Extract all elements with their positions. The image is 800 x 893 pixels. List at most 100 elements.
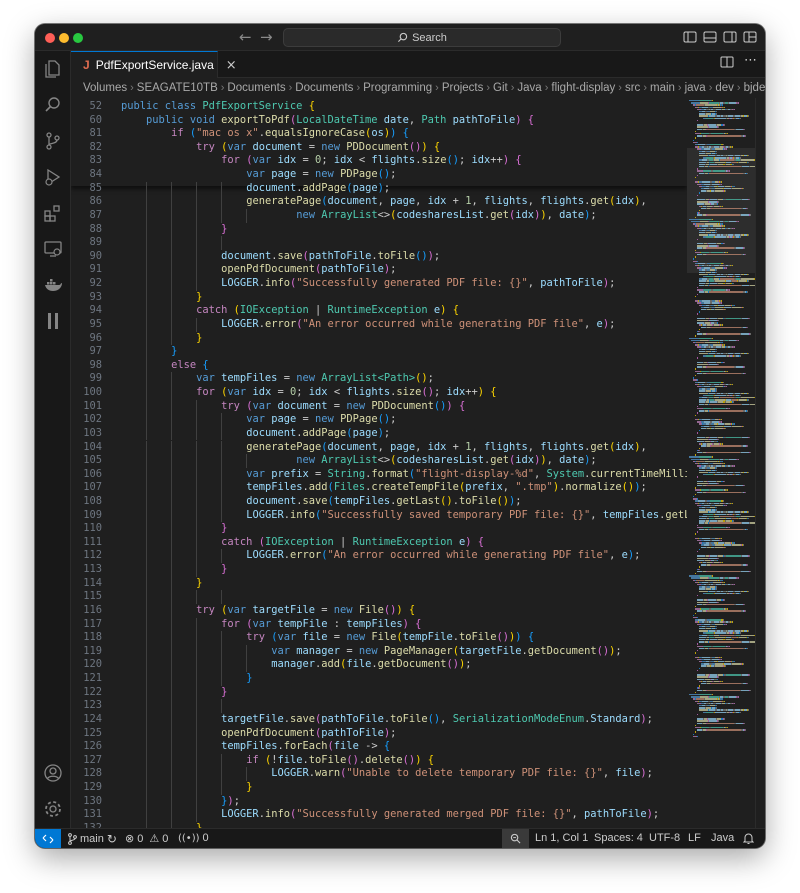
code-line[interactable]: 85 document.addPage(page); — [71, 181, 687, 196]
code-line[interactable]: 60 public void exportToPdf(LocalDateTime … — [71, 114, 687, 128]
code-line[interactable]: 84 var page = new PDPage(); — [71, 168, 687, 182]
code-line[interactable]: 98 else { — [71, 358, 687, 373]
arrow-right-icon[interactable]: → — [260, 28, 273, 46]
code-line[interactable]: 82 try (var document = new PDDocument()) … — [71, 141, 687, 155]
code-line[interactable]: 92 LOGGER.info("Successfully generated PD… — [71, 277, 687, 291]
code-line[interactable]: 114} — [71, 576, 687, 591]
close-window-button[interactable] — [45, 33, 55, 43]
code-line[interactable]: 116 try (var targetFile = new File()) { — [71, 603, 687, 618]
accounts-icon[interactable] — [43, 763, 63, 783]
code-line[interactable]: 102 var page = new PDPage(); — [71, 413, 687, 427]
code-line[interactable]: 105 new ArrayList<>(codesharesList.get(id… — [71, 454, 687, 468]
cursor-position[interactable]: Ln 1, Col 1 — [535, 832, 588, 844]
code-line[interactable]: 89 — [71, 236, 687, 250]
code-line[interactable]: 110} — [71, 522, 687, 536]
code-line[interactable]: 127 if (!file.toFile().delete()) { — [71, 753, 687, 768]
breadcrumb-segment[interactable]: bjdelacruz — [744, 82, 765, 94]
code-line[interactable]: 94 catch (IOException | RuntimeException … — [71, 304, 687, 318]
code-line[interactable]: 87 new ArrayList<>(codesharesList.get(idx… — [71, 208, 687, 223]
code-line[interactable]: 106 var prefix = String.format("flight-di… — [71, 467, 687, 482]
breadcrumb-segment[interactable]: main — [650, 82, 675, 94]
code-line[interactable]: 96} — [71, 331, 687, 346]
breadcrumb-segment[interactable]: SEAGATE10TB — [137, 82, 218, 94]
code-line[interactable]: 120 manager.add(file.getDocument()); — [71, 658, 687, 673]
breadcrumb-segment[interactable]: java — [685, 82, 706, 94]
ports-status[interactable]: ((•)) 0 — [178, 832, 209, 844]
code-line[interactable]: 117 for (var tempFile : tempFiles) { — [71, 617, 687, 632]
breadcrumb-segment[interactable]: dev — [715, 82, 734, 94]
indentation-status[interactable]: Spaces: 4 — [594, 832, 643, 844]
breadcrumb-segment[interactable]: Git — [493, 82, 508, 94]
split-editor-icon[interactable] — [720, 55, 734, 69]
customize-layout-icon[interactable] — [743, 30, 757, 44]
branch-status[interactable]: main ↻ — [67, 832, 117, 846]
language-mode[interactable]: Java — [711, 832, 734, 844]
code-line[interactable]: 109 LOGGER.info("Successfully saved tempo… — [71, 508, 687, 523]
more-actions-icon[interactable]: ⋯ — [744, 54, 757, 69]
code-line[interactable]: 91 openPdfDocument(pathToFile); — [71, 263, 687, 278]
breadcrumb-segment[interactable]: Projects — [442, 82, 484, 94]
code-line[interactable]: 129} — [71, 781, 687, 795]
settings-gear-icon[interactable] — [43, 799, 63, 819]
source-control-icon[interactable] — [43, 131, 63, 151]
bell-icon[interactable] — [743, 832, 754, 844]
arrow-left-icon[interactable]: ← — [239, 28, 252, 46]
extensions-icon[interactable] — [43, 203, 63, 223]
code-line[interactable]: 111 catch (IOException | RuntimeException… — [71, 535, 687, 550]
breadcrumb-segment[interactable]: Volumes — [83, 82, 127, 94]
code-line[interactable]: 107 tempFiles.add(Files.createTempFile(pr… — [71, 481, 687, 495]
code-line[interactable]: 128 LOGGER.warn("Unable to delete tempora… — [71, 767, 687, 781]
encoding-status[interactable]: UTF-8 — [649, 832, 680, 844]
code-line[interactable]: 100 for (var idx = 0; idx < flights.size(… — [71, 386, 687, 400]
tab-pdfexportservice[interactable]: J PdfExportService.java × — [71, 51, 237, 78]
toggle-primary-sidebar-icon[interactable] — [683, 30, 697, 44]
minimap[interactable] — [687, 98, 755, 828]
code-line[interactable]: 113} — [71, 563, 687, 577]
eol-status[interactable]: LF — [688, 832, 701, 844]
code-line[interactable]: 95 LOGGER.error("An error occurred while … — [71, 317, 687, 332]
breadcrumb-segment[interactable]: flight-display — [551, 82, 615, 94]
code-line[interactable]: 97} — [71, 345, 687, 359]
toggle-panel-icon[interactable] — [703, 30, 717, 44]
explorer-icon[interactable] — [43, 59, 63, 79]
code-line[interactable]: 112 LOGGER.error("An error occurred while… — [71, 549, 687, 564]
code-line[interactable]: 130}); — [71, 794, 687, 809]
sync-icon[interactable]: ↻ — [107, 832, 117, 846]
breadcrumb-segment[interactable]: Documents — [227, 82, 285, 94]
code-line[interactable]: 81 if ("mac os x".equalsIgnoreCase(os)) { — [71, 127, 687, 141]
run-debug-icon[interactable] — [43, 167, 63, 187]
breadcrumb-segment[interactable]: Documents — [295, 82, 353, 94]
code-line[interactable]: 119 var manager = new PageManager(targetF… — [71, 644, 687, 659]
code-line[interactable]: 126 tempFiles.forEach(file -> { — [71, 740, 687, 754]
code-line[interactable]: 90 document.save(pathToFile.toFile()); — [71, 249, 687, 264]
breadcrumb-segment[interactable]: Java — [517, 82, 541, 94]
breadcrumb-segment[interactable]: Programming — [363, 82, 432, 94]
code-line[interactable]: 99 var tempFiles = new ArrayList<Path>(); — [71, 372, 687, 386]
code-line[interactable]: 124 targetFile.save(pathToFile.toFile(), … — [71, 712, 687, 727]
problems-status[interactable]: ⊗ 0 ⚠ 0 — [125, 832, 168, 845]
breadcrumb-segment[interactable]: src — [625, 82, 640, 94]
code-line[interactable]: 86 generatePage(document, page, idx + 1, … — [71, 195, 687, 209]
code-line[interactable]: 122} — [71, 685, 687, 700]
code-line[interactable]: 88} — [71, 222, 687, 237]
toggle-secondary-sidebar-icon[interactable] — [723, 30, 737, 44]
code-line[interactable]: 115 — [71, 590, 687, 604]
code-line[interactable]: 83 for (var idx = 0; idx < flights.size()… — [71, 154, 687, 168]
command-center-search[interactable]: Search — [283, 28, 561, 47]
minimize-window-button[interactable] — [59, 33, 69, 43]
remote-explorer-icon[interactable] — [43, 239, 63, 259]
zoom-icon[interactable] — [502, 829, 529, 848]
search-icon[interactable] — [43, 95, 63, 115]
code-editor[interactable]: 52 public class PdfExportService {60 publi… — [71, 98, 687, 828]
code-line[interactable]: 131 LOGGER.info("Successfully generated m… — [71, 808, 687, 822]
vertical-scrollbar[interactable] — [755, 98, 765, 828]
code-line[interactable]: 104 generatePage(document, page, idx + 1,… — [71, 440, 687, 455]
remote-indicator-icon[interactable] — [35, 829, 61, 848]
close-icon[interactable]: × — [226, 58, 237, 73]
code-line[interactable]: 101 try (var document = new PDDocument())… — [71, 399, 687, 414]
docker-icon[interactable] — [43, 275, 63, 295]
code-line[interactable]: 108 document.save(tempFiles.getLast().toF… — [71, 494, 687, 509]
code-line[interactable]: 123 — [71, 699, 687, 713]
code-line[interactable]: 103 document.addPage(page); — [71, 426, 687, 441]
code-line[interactable]: 52 public class PdfExportService { — [71, 100, 687, 114]
